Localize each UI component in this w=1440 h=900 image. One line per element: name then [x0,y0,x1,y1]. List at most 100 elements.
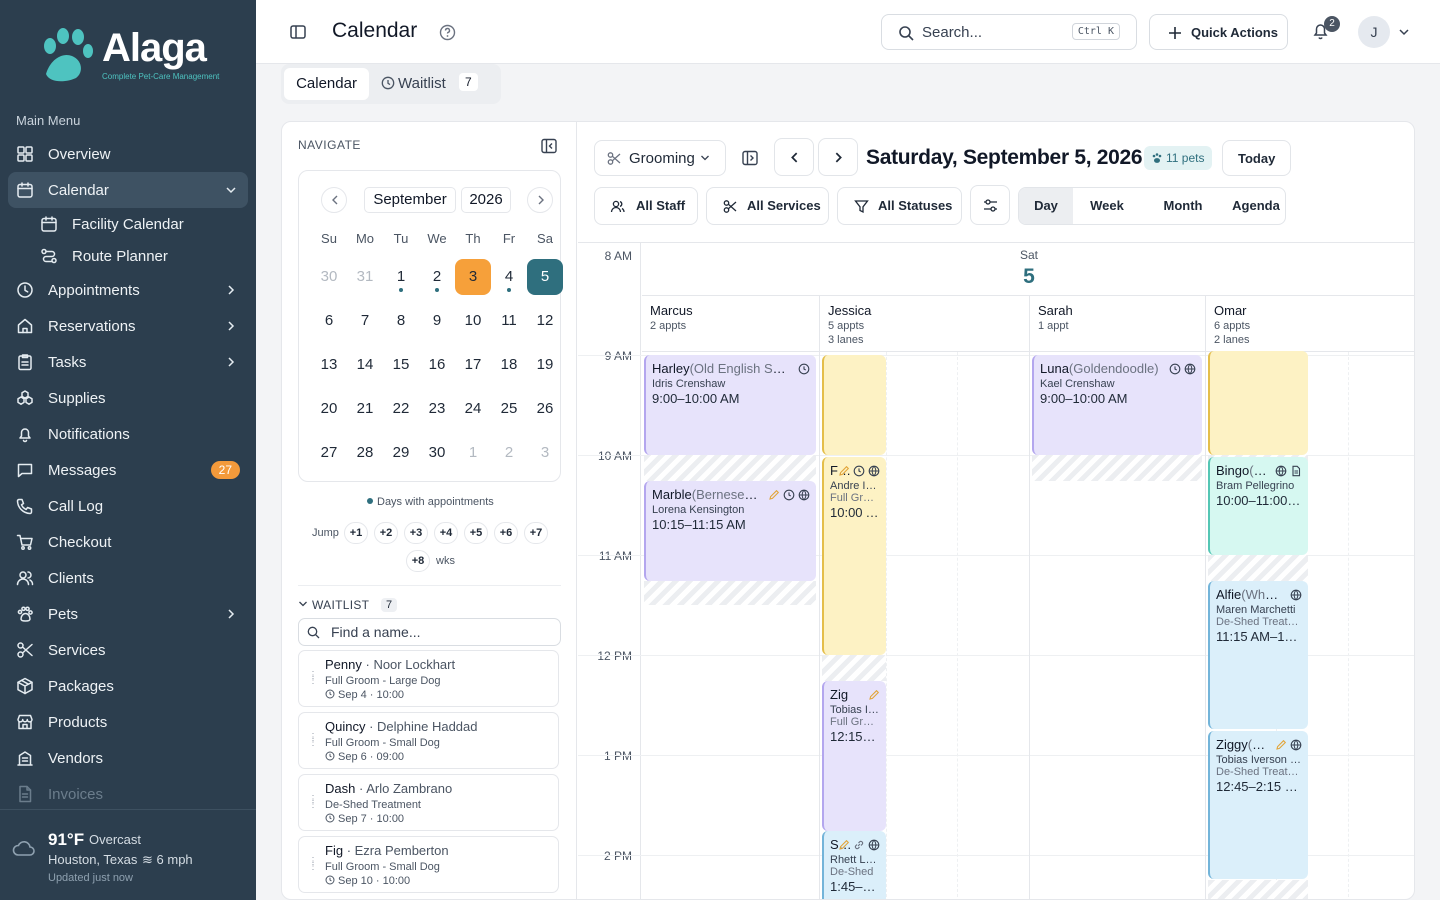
jump-week-button[interactable]: +7 [524,522,548,544]
calendar-day[interactable]: 1 [455,435,491,471]
global-search[interactable]: Search... Ctrl K [881,14,1137,50]
prev-month-button[interactable] [321,187,347,213]
sidebar-item-supplies[interactable]: Supplies [8,380,248,416]
appointment-s[interactable]: SRhett LarsonDe-Shed1:45–3:15 PM [822,831,886,899]
sidebar-item-services[interactable]: Services [8,632,248,668]
sidebar-panel-icon[interactable] [742,150,758,166]
calendar-day[interactable]: 2 [491,435,527,471]
calendar-day[interactable]: 5 [527,259,563,295]
view-day[interactable]: Day [1019,188,1073,224]
calendar-day[interactable]: 27 [311,435,347,471]
jump-week-button[interactable]: +2 [374,522,398,544]
calendar-day[interactable]: 2 [419,259,455,295]
brand-logo[interactable]: Alaga Complete Pet-Care Management [36,24,236,88]
collapse-panel-icon[interactable] [541,138,557,154]
calendar-day[interactable]: 15 [383,347,419,383]
view-month[interactable]: Month [1141,188,1225,224]
appointment-alfie[interactable]: Alfie(Wheaten Terrier)Maren MarchettiDe-… [1208,581,1308,729]
calendar-day[interactable]: 31 [347,259,383,295]
search-input[interactable]: Search... [922,24,982,41]
staff-column-sarah[interactable]: Sarah 1 appt [1029,296,1205,352]
sidebar-item-vendors[interactable]: Vendors [8,740,248,776]
sidebar-item-calendar[interactable]: Calendar [8,172,248,208]
calendar-day[interactable]: 21 [347,391,383,427]
next-day-button[interactable] [818,138,858,176]
sidebar-item-clients[interactable]: Clients [8,560,248,596]
calendar-day[interactable]: 25 [491,391,527,427]
calendar-day[interactable]: 20 [311,391,347,427]
view-week[interactable]: Week [1073,188,1141,224]
appointment-marble[interactable]: Marble(Bernese Mountain Dog)Lorena Kensi… [644,481,816,581]
appointment-block[interactable] [1208,351,1308,455]
chevron-right-icon[interactable] [224,283,238,297]
sidebar-item-checkout[interactable]: Checkout [8,524,248,560]
settings-sliders-button[interactable] [970,185,1010,225]
waitlist-toggle[interactable]: WAITLIST [298,598,369,612]
sidebar-item-tasks[interactable]: Tasks [8,344,248,380]
calendar-day[interactable]: 26 [527,391,563,427]
calendar-day[interactable]: 11 [491,303,527,339]
drag-handle-icon[interactable]: ⋮ ⋮ [308,671,318,686]
calendar-day[interactable]: 7 [347,303,383,339]
sidebar-item-messages[interactable]: Messages 27 [8,452,248,488]
calendar-day[interactable]: 29 [383,435,419,471]
calendar-day[interactable]: 6 [311,303,347,339]
sidebar-item-reservations[interactable]: Reservations [8,308,248,344]
sidebar-item-appointments[interactable]: Appointments [8,272,248,308]
waitlist-card[interactable]: ⋮ ⋮ Dash · Arlo Zambrano De-Shed Treatment S… [298,774,559,831]
sidebar-item-notifications[interactable]: Notifications [8,416,248,452]
drag-handle-icon[interactable]: ⋮ ⋮ [308,733,318,748]
all-staff-filter[interactable]: All Staff [594,187,698,225]
month-select[interactable]: September [364,187,456,213]
calendar-day[interactable]: 23 [419,391,455,427]
appointment-block[interactable] [822,355,886,455]
calendar-day[interactable]: 9 [419,303,455,339]
appointment-ziggy[interactable]: Ziggy(Husky)Tobias Iverson · (Husky)De-S… [1208,731,1308,879]
waitlist-card[interactable]: ⋮ ⋮ Fig · Ezra Pemberton Full Groom - Small… [298,836,559,893]
jump-week-button[interactable]: +5 [464,522,488,544]
user-avatar[interactable]: J [1358,16,1390,48]
view-agenda[interactable]: Agenda [1225,188,1287,224]
tab-calendar[interactable]: Calendar [284,68,369,100]
appointment-harley[interactable]: Harley(Old English Sheepdog) Idris Crensh… [644,355,816,455]
chevron-right-icon[interactable] [224,319,238,333]
appointment-luna[interactable]: Luna(Goldendoodle) Kael Crenshaw 9:00–10:0… [1032,355,1202,455]
appointment-bingo[interactable]: Bingo(Beagle) Bram Pellegrino 10:00–11:00 … [1208,457,1308,555]
drag-handle-icon[interactable]: ⋮ ⋮ [308,857,318,872]
appointment-f[interactable]: FAndre IngramFull Groom10:00 AM [822,457,886,655]
calendar-day[interactable]: 18 [491,347,527,383]
chevron-down-icon[interactable] [224,183,238,197]
chevron-down-icon[interactable] [1398,26,1410,38]
prev-day-button[interactable] [774,138,814,176]
calendar-day[interactable]: 30 [311,259,347,295]
calendar-day[interactable]: 14 [347,347,383,383]
sidebar-item-route-planner[interactable]: Route Planner [8,240,248,272]
calendar-day[interactable]: 22 [383,391,419,427]
all-statuses-filter[interactable]: All Statuses [837,187,962,225]
sidebar-item-pets[interactable]: Pets [8,596,248,632]
calendar-day[interactable]: 3 [455,259,491,295]
staff-column-marcus[interactable]: Marcus 2 appts [642,296,819,352]
calendar-day[interactable]: 4 [491,259,527,295]
calendar-day[interactable]: 10 [455,303,491,339]
tab-waitlist[interactable]: Waitlist [381,68,446,100]
sidebar-item-facility-calendar[interactable]: Facility Calendar [8,208,248,240]
sidebar-item-invoices[interactable]: Invoices [8,776,248,812]
sidebar-item-call-log[interactable]: Call Log [8,488,248,524]
calendar-day[interactable]: 12 [527,303,563,339]
sidebar-item-products[interactable]: Products [8,704,248,740]
today-button[interactable]: Today [1222,140,1291,176]
staff-column-jessica[interactable]: Jessica 5 appts 3 lanes [819,296,1029,352]
waitlist-card[interactable]: ⋮ ⋮ Quincy · Delphine Haddad Full Groom - S… [298,712,559,769]
quick-actions-button[interactable]: Quick Actions [1149,14,1288,50]
calendar-day[interactable]: 24 [455,391,491,427]
year-select[interactable]: 2026 [461,187,511,213]
chevron-right-icon[interactable] [224,607,238,621]
department-select[interactable]: Grooming [594,140,726,176]
sidebar-item-overview[interactable]: Overview [8,136,248,172]
waitlist-card[interactable]: ⋮ ⋮ Penny · Noor Lockhart Full Groom - Larg… [298,650,559,707]
calendar-day[interactable]: 16 [419,347,455,383]
appointment-zig[interactable]: Zig Tobias IversonFull Groom12:15–1:15 PM [822,681,886,831]
chevron-right-icon[interactable] [224,355,238,369]
calendar-day[interactable]: 3 [527,435,563,471]
